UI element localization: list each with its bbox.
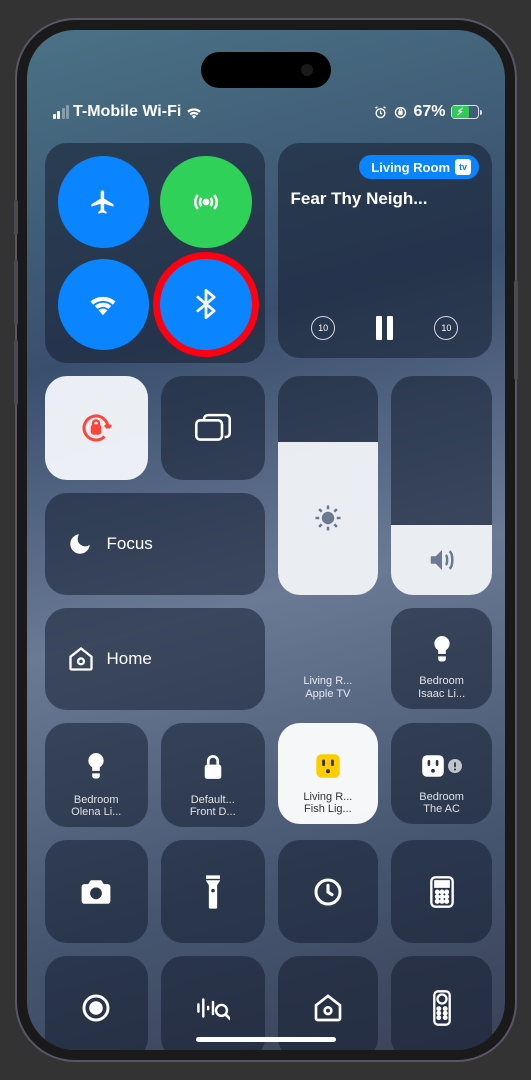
cellular-signal-icon bbox=[53, 105, 70, 119]
record-icon bbox=[80, 992, 112, 1024]
accessory-bedroom-olena[interactable]: BedroomOlena Li... bbox=[45, 723, 149, 827]
dynamic-island bbox=[201, 52, 331, 88]
outlet-icon bbox=[421, 754, 445, 778]
alert-icon bbox=[448, 759, 462, 773]
accessory-fish-light[interactable]: Living R...Fish Lig... bbox=[278, 723, 379, 824]
battery-icon: ⚡︎ bbox=[451, 105, 479, 119]
bluetooth-icon bbox=[193, 289, 219, 319]
airplay-label: Living Room bbox=[371, 160, 450, 175]
accessory-appletv[interactable]: Living R...Apple TV bbox=[278, 608, 379, 709]
airplane-mode-button[interactable] bbox=[58, 156, 150, 248]
apple-tv-remote-button[interactable] bbox=[391, 956, 492, 1050]
home-indicator[interactable] bbox=[196, 1037, 336, 1042]
moon-icon bbox=[67, 531, 93, 557]
skip-forward-button[interactable]: 10 bbox=[434, 316, 458, 340]
airplay-destination-pill[interactable]: Living Room tv bbox=[359, 155, 479, 179]
antenna-icon bbox=[192, 188, 220, 216]
wifi-button[interactable] bbox=[58, 259, 150, 351]
accessory-bedroom-isaac[interactable]: BedroomIsaac Li... bbox=[391, 608, 492, 709]
sound-search-icon bbox=[196, 992, 230, 1024]
accessory-ac[interactable]: BedroomThe AC bbox=[391, 723, 492, 824]
bluetooth-button[interactable] bbox=[160, 259, 252, 351]
timer-icon bbox=[312, 876, 344, 908]
wifi-icon bbox=[88, 292, 118, 316]
lock-icon bbox=[202, 754, 224, 780]
carrier-label: T-Mobile Wi-Fi bbox=[73, 103, 181, 121]
skip-back-button[interactable]: 10 bbox=[311, 316, 335, 340]
lightbulb-icon bbox=[430, 636, 454, 664]
timer-button[interactable] bbox=[278, 840, 379, 944]
orientation-lock-button[interactable] bbox=[45, 376, 149, 480]
alarm-icon bbox=[373, 105, 388, 120]
orientation-lock-icon bbox=[78, 410, 114, 446]
brightness-slider[interactable] bbox=[278, 376, 379, 595]
media-controls[interactable]: Living Room tv Fear Thy Neigh... 10 10 bbox=[278, 143, 493, 358]
screen-mirroring-button[interactable] bbox=[161, 376, 265, 480]
lightbulb-icon bbox=[84, 753, 108, 781]
accessory-front-door[interactable]: Default...Front D... bbox=[161, 723, 265, 827]
flashlight-icon bbox=[203, 874, 223, 910]
camera-icon bbox=[79, 878, 113, 906]
brightness-icon bbox=[313, 503, 343, 533]
focus-button[interactable]: Focus bbox=[45, 493, 265, 595]
shazam-button[interactable] bbox=[161, 956, 265, 1050]
outlet-icon bbox=[315, 753, 341, 779]
home-icon bbox=[312, 992, 344, 1024]
play-pause-button[interactable] bbox=[376, 316, 393, 340]
flashlight-button[interactable] bbox=[161, 840, 265, 944]
media-title: Fear Thy Neigh... bbox=[291, 189, 480, 209]
screen-mirroring-icon bbox=[195, 413, 231, 443]
camera-button[interactable] bbox=[45, 840, 149, 944]
cellular-data-button[interactable] bbox=[160, 156, 252, 248]
calculator-icon bbox=[430, 876, 454, 908]
home-label: Home bbox=[107, 649, 152, 669]
orientation-lock-icon bbox=[393, 105, 408, 120]
status-bar: T-Mobile Wi-Fi 67% ⚡︎ bbox=[45, 103, 487, 121]
wifi-icon bbox=[185, 105, 203, 119]
focus-label: Focus bbox=[107, 534, 153, 554]
home-app-button[interactable] bbox=[278, 956, 379, 1050]
appletv-icon: tv bbox=[455, 159, 471, 175]
remote-icon bbox=[433, 990, 451, 1026]
airplane-icon bbox=[89, 188, 117, 216]
battery-pct: 67% bbox=[413, 103, 445, 121]
connectivity-group[interactable] bbox=[45, 143, 265, 363]
home-icon bbox=[67, 645, 95, 673]
home-button[interactable]: Home bbox=[45, 608, 265, 710]
volume-slider[interactable] bbox=[391, 376, 492, 595]
calculator-button[interactable] bbox=[391, 840, 492, 944]
screen-record-button[interactable] bbox=[45, 956, 149, 1050]
volume-icon bbox=[427, 547, 457, 573]
